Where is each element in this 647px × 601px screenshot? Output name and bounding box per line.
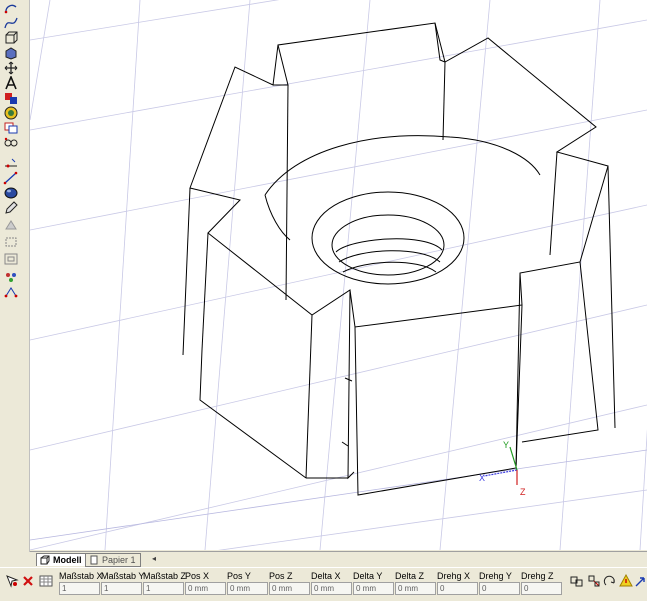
arrow-icon[interactable]: [634, 574, 647, 588]
tab-papier-1[interactable]: Papier 1: [85, 553, 141, 567]
model-drawing[interactable]: X Y Z: [30, 0, 647, 550]
tab-label: Papier 1: [102, 555, 136, 565]
paper-tab-icon: [90, 555, 98, 565]
delta-z-input[interactable]: 0 mm: [395, 582, 436, 595]
field-massstab-y: Maßstab Y1: [101, 571, 145, 595]
pos-z-input[interactable]: 0 mm: [269, 582, 310, 595]
edit-icon[interactable]: [3, 201, 19, 215]
axis-z-label: Z: [520, 487, 526, 497]
target-icon[interactable]: [3, 106, 19, 120]
toolbar-separator: [22, 0, 30, 552]
massstab-z-input[interactable]: 1: [143, 582, 184, 595]
text-icon[interactable]: [3, 76, 19, 90]
pos-x-input[interactable]: 0 mm: [185, 582, 226, 595]
field-drehg-z: Drehg Z0: [521, 571, 562, 595]
link-icon[interactable]: [3, 136, 19, 150]
snap-point-icon[interactable]: [3, 156, 19, 170]
tab-modell[interactable]: Modell: [36, 553, 87, 566]
field-drehg-x: Drehg X0: [437, 571, 478, 595]
grid-icon[interactable]: [39, 574, 53, 588]
drehg-x-input[interactable]: 0: [437, 582, 478, 595]
model-viewport[interactable]: X Y Z: [30, 0, 647, 550]
arc-tool-icon[interactable]: [3, 1, 19, 15]
warning-icon[interactable]: [619, 574, 633, 588]
left-toolbar: [0, 0, 23, 552]
pos-y-input[interactable]: 0 mm: [227, 582, 268, 595]
massstab-y-input[interactable]: 1: [101, 582, 142, 595]
frame-icon[interactable]: [3, 252, 19, 266]
sphere-icon[interactable]: [3, 186, 19, 200]
field-delta-x: Delta X0 mm: [311, 571, 352, 595]
perspective-grid: [30, 0, 647, 550]
model-tab-icon: [40, 555, 50, 565]
property-bar: Maßstab X1 Maßstab Y1 Maßstab Z1 Pos X0 …: [0, 567, 647, 601]
tab-scroll-left-icon[interactable]: ◂: [152, 554, 162, 564]
axis-x-label: X: [479, 473, 485, 483]
solid-icon[interactable]: [3, 46, 19, 60]
extrude-icon[interactable]: [3, 31, 19, 45]
field-delta-y: Delta Y0 mm: [353, 571, 394, 595]
measure-icon[interactable]: [3, 171, 19, 185]
delta-y-input[interactable]: 0 mm: [353, 582, 394, 595]
field-drehg-y: Drehg Y0: [479, 571, 520, 595]
massstab-x-input[interactable]: 1: [59, 582, 100, 595]
transform-icon[interactable]: [3, 285, 19, 299]
field-massstab-z: Maßstab Z1: [143, 571, 187, 595]
field-delta-z: Delta Z0 mm: [395, 571, 436, 595]
field-pos-y: Pos Y0 mm: [227, 571, 268, 595]
move-icon[interactable]: [3, 61, 19, 75]
layer-color-icon[interactable]: [3, 91, 19, 105]
spline-tool-icon[interactable]: [3, 16, 19, 30]
cancel-icon[interactable]: [21, 574, 35, 588]
align-icon[interactable]: [587, 574, 601, 588]
rectangle-select-icon[interactable]: [3, 235, 19, 249]
copy-icon[interactable]: [3, 121, 19, 135]
field-massstab-x: Maßstab X1: [59, 571, 103, 595]
rotate-icon[interactable]: [603, 574, 617, 588]
tab-label: Modell: [53, 555, 82, 565]
layout-tabbar: Modell Papier 1 ◂: [30, 551, 647, 567]
axis-y-label: Y: [503, 440, 509, 450]
group-icon[interactable]: [3, 270, 19, 284]
drehg-z-input[interactable]: 0: [521, 582, 562, 595]
field-pos-x: Pos X0 mm: [185, 571, 226, 595]
delta-x-input[interactable]: 0 mm: [311, 582, 352, 595]
drehg-y-input[interactable]: 0: [479, 582, 520, 595]
hinge-icon[interactable]: [570, 574, 584, 588]
field-pos-z: Pos Z0 mm: [269, 571, 310, 595]
pick-tool-icon[interactable]: [5, 574, 19, 588]
hatch-icon[interactable]: [3, 218, 19, 232]
